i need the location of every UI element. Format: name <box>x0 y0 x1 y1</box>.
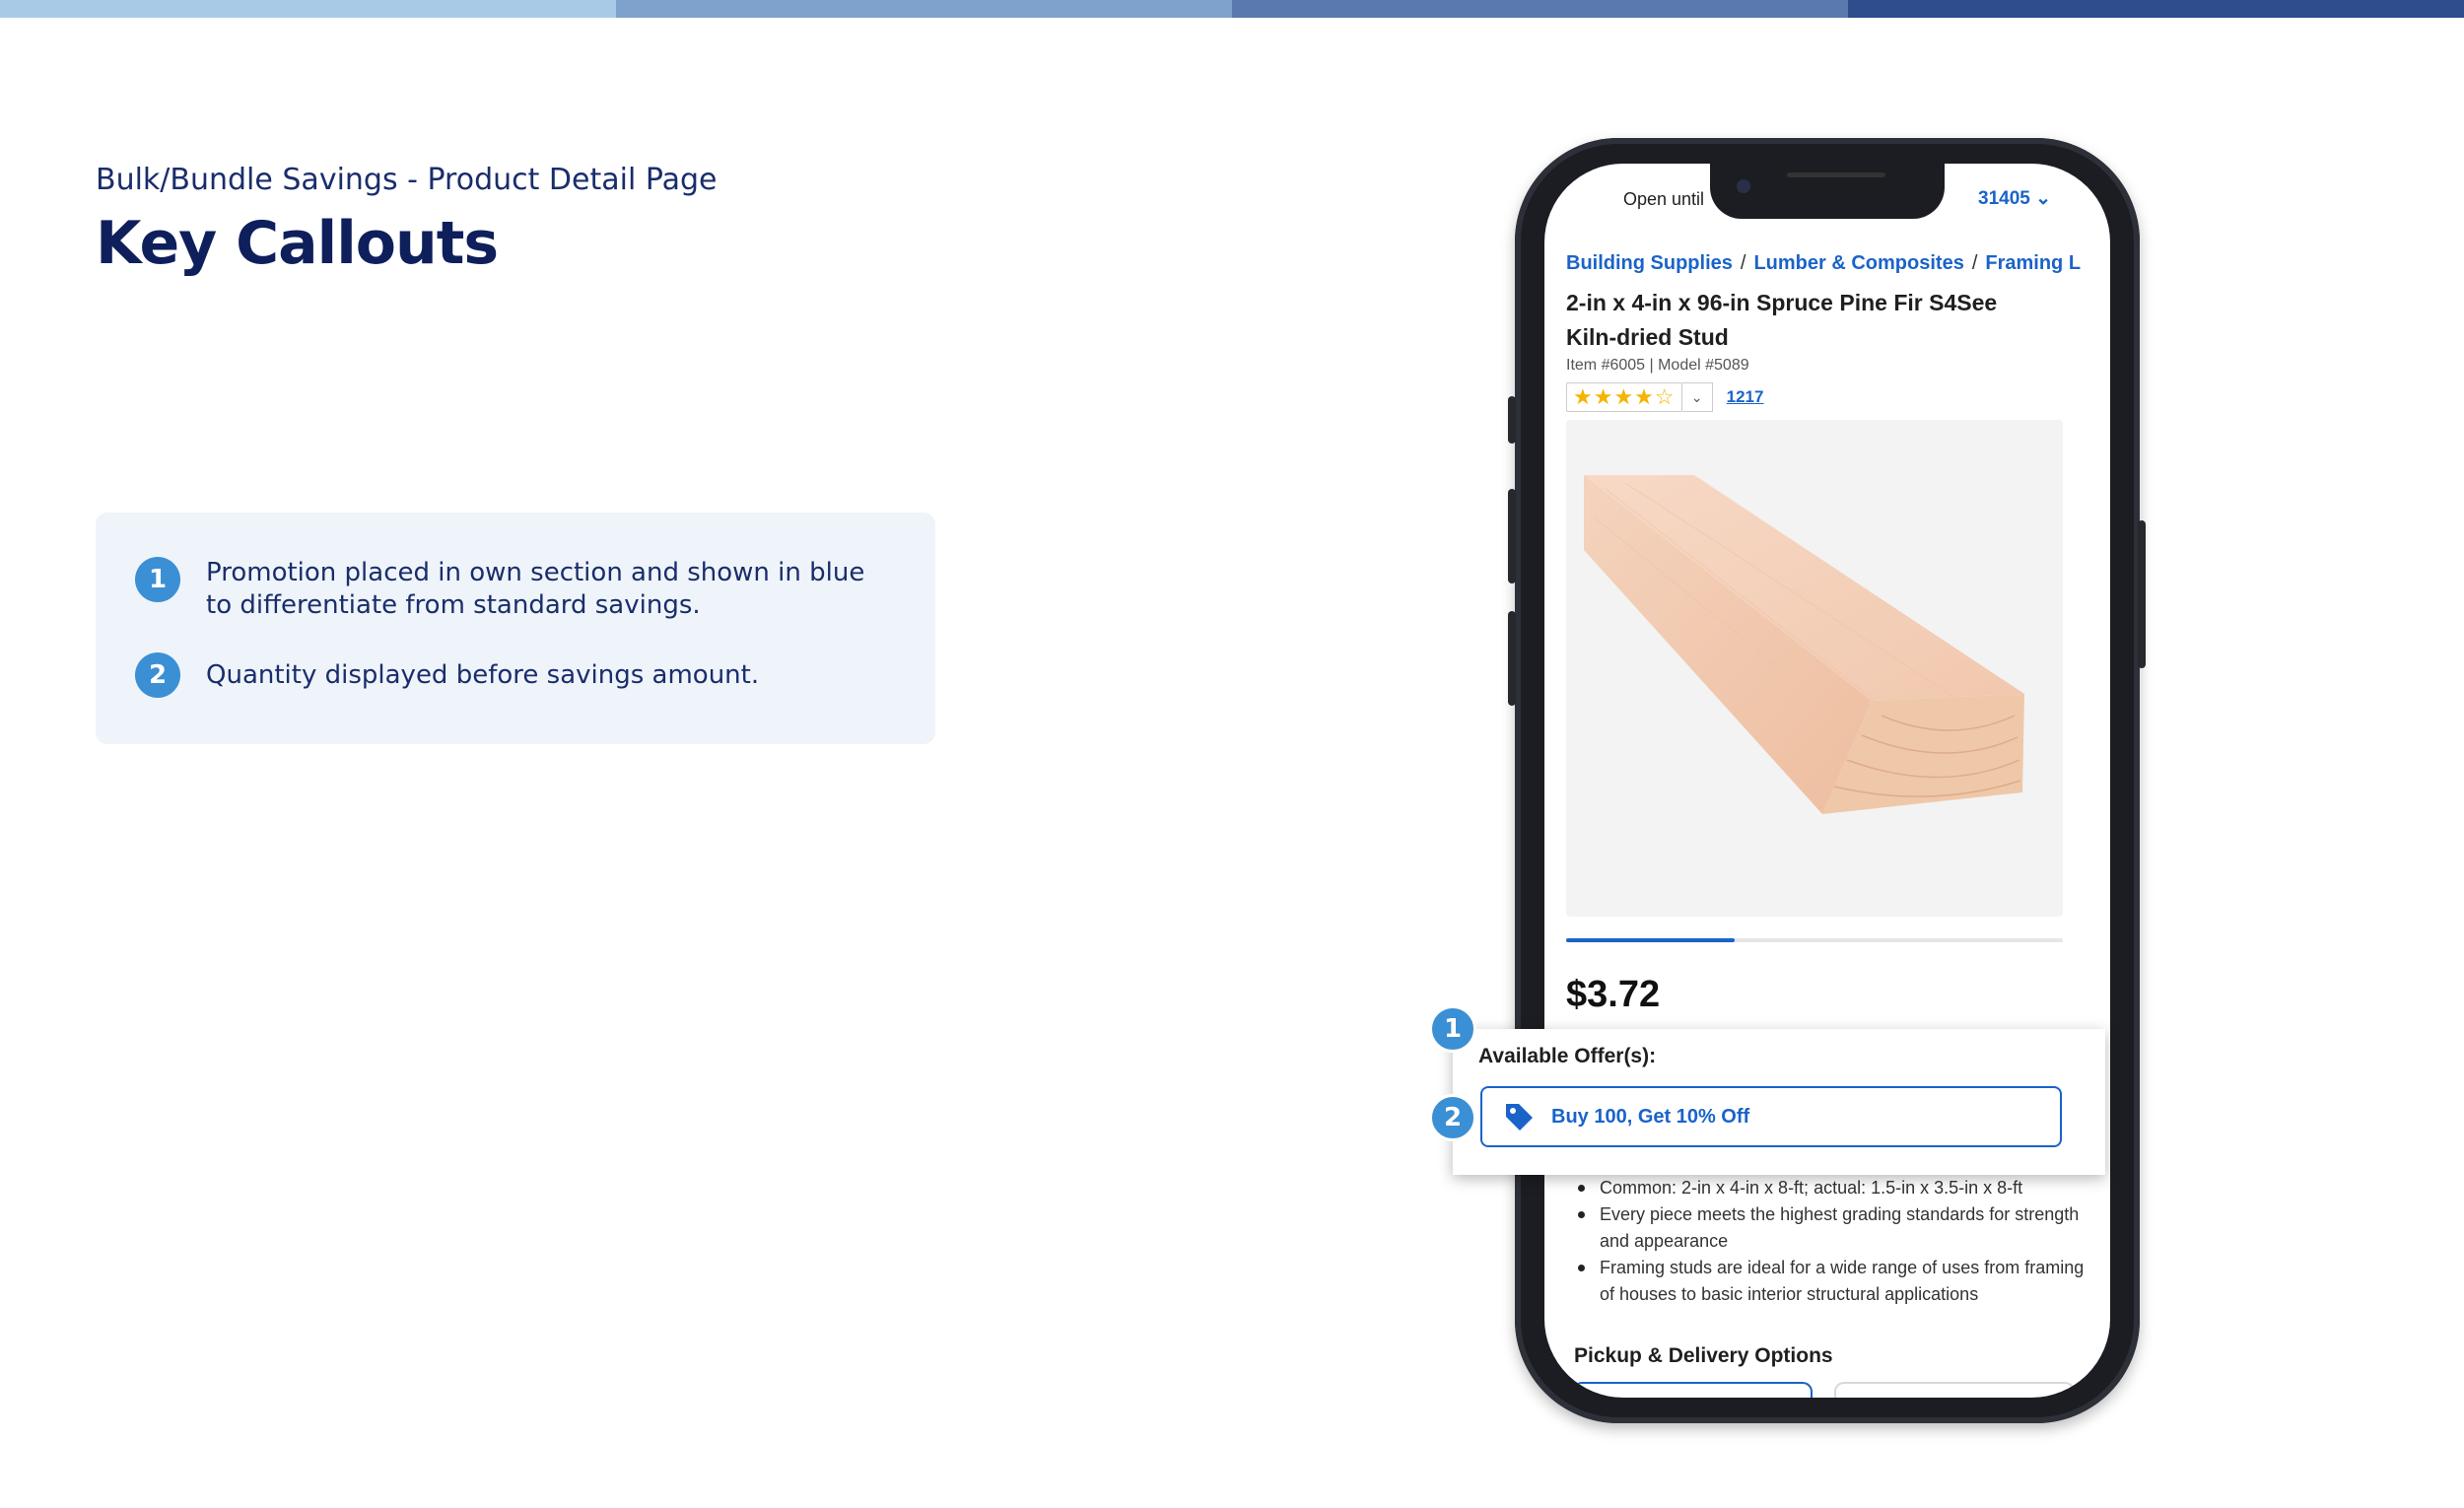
breadcrumb-link[interactable]: Lumber & Composites <box>1753 252 1963 274</box>
carousel-progress <box>1566 938 1736 942</box>
breadcrumb: Building Supplies / Lumber & Composites / Fr… <box>1566 252 2082 274</box>
phone-volume-down <box>1508 611 1516 706</box>
phone-volume-up <box>1508 489 1516 583</box>
accent-segment <box>1232 0 1848 18</box>
item-model-number: Item #6005 | Model #5089 <box>1566 357 1749 374</box>
feature-bullet: Every piece meets the highest grading st… <box>1574 1201 2087 1255</box>
feature-bullet: Common: 2-in x 4-in x 8-ft; actual: 1.5-… <box>1574 1175 2087 1201</box>
feature-bullet: Framing studs are ideal for a wide range… <box>1574 1255 2087 1308</box>
star-rating[interactable]: ★★★★☆ <box>1566 382 1682 412</box>
accent-segment <box>616 0 1232 18</box>
camera <box>1737 179 1750 193</box>
callout-item-2: 2 Quantity displayed before savings amou… <box>135 652 896 698</box>
store-hours[interactable]: Open until <box>1623 189 1704 210</box>
callout-item-1: 1 Promotion placed in own section and sh… <box>135 557 896 622</box>
callout-badge-1: 1 <box>1429 1005 1476 1053</box>
callout-box: 1 Promotion placed in own section and sh… <box>96 513 935 744</box>
phone-side-button <box>1508 396 1516 444</box>
price-tag-icon <box>1506 1104 1533 1131</box>
stars-icon: ★★★★☆ <box>1573 384 1676 409</box>
review-count-link[interactable]: 1217 <box>1727 387 1764 407</box>
page-title: Key Callouts <box>96 209 499 278</box>
phone-mockup: Open until 31405 ⌄ Building Supplies / Lum… <box>1508 138 2146 1423</box>
callout-number: 2 <box>135 652 180 698</box>
bulk-offer-button[interactable]: Buy 100, Get 10% Off <box>1480 1086 2062 1147</box>
phone-notch <box>1710 164 1945 219</box>
product-image[interactable] <box>1566 420 2063 917</box>
top-accent-bar <box>0 0 2464 18</box>
page-subtitle: Bulk/Bundle Savings - Product Detail Pag… <box>96 163 718 197</box>
speaker <box>1787 172 1885 177</box>
zip-selector[interactable]: 31405 ⌄ <box>1978 187 2051 210</box>
pickup-delivery-heading: Pickup & Delivery Options <box>1574 1344 1833 1367</box>
callout-text: Quantity displayed before savings amount… <box>206 660 760 690</box>
phone-screen: Open until 31405 ⌄ Building Supplies / Lum… <box>1544 164 2110 1398</box>
accent-segment <box>0 0 616 18</box>
product-price: $3.72 <box>1566 974 1661 1015</box>
rating-widget[interactable]: ★★★★☆ ⌄ 1217 <box>1566 382 1763 412</box>
callout-text: Promotion placed in own section and show… <box>206 558 865 620</box>
offer-label: Buy 100, Get 10% Off <box>1551 1105 1750 1128</box>
product-features: Common: 2-in x 4-in x 8-ft; actual: 1.5-… <box>1574 1175 2087 1308</box>
image-carousel-indicator <box>1566 938 2063 942</box>
phone-power-button <box>2138 520 2146 668</box>
breadcrumb-link[interactable]: Building Supplies <box>1566 252 1733 274</box>
delivery-option-card[interactable] <box>1834 1382 2075 1398</box>
accent-segment <box>1848 0 2464 18</box>
available-offers-panel: Available Offer(s): Buy 100, Get 10% Off <box>1453 1029 2105 1175</box>
lumber-stud-image <box>1584 475 2024 814</box>
chevron-down-icon[interactable]: ⌄ <box>1681 382 1713 412</box>
pickup-option-card[interactable] <box>1572 1382 1813 1398</box>
callout-number: 1 <box>135 557 180 602</box>
callout-badge-2: 2 <box>1429 1094 1476 1141</box>
product-title: 2-in x 4-in x 96-in Spruce Pine Fir S4Se… <box>1566 290 1998 350</box>
offers-heading: Available Offer(s): <box>1478 1045 1657 1067</box>
breadcrumb-link[interactable]: Framing L <box>1985 252 2081 274</box>
